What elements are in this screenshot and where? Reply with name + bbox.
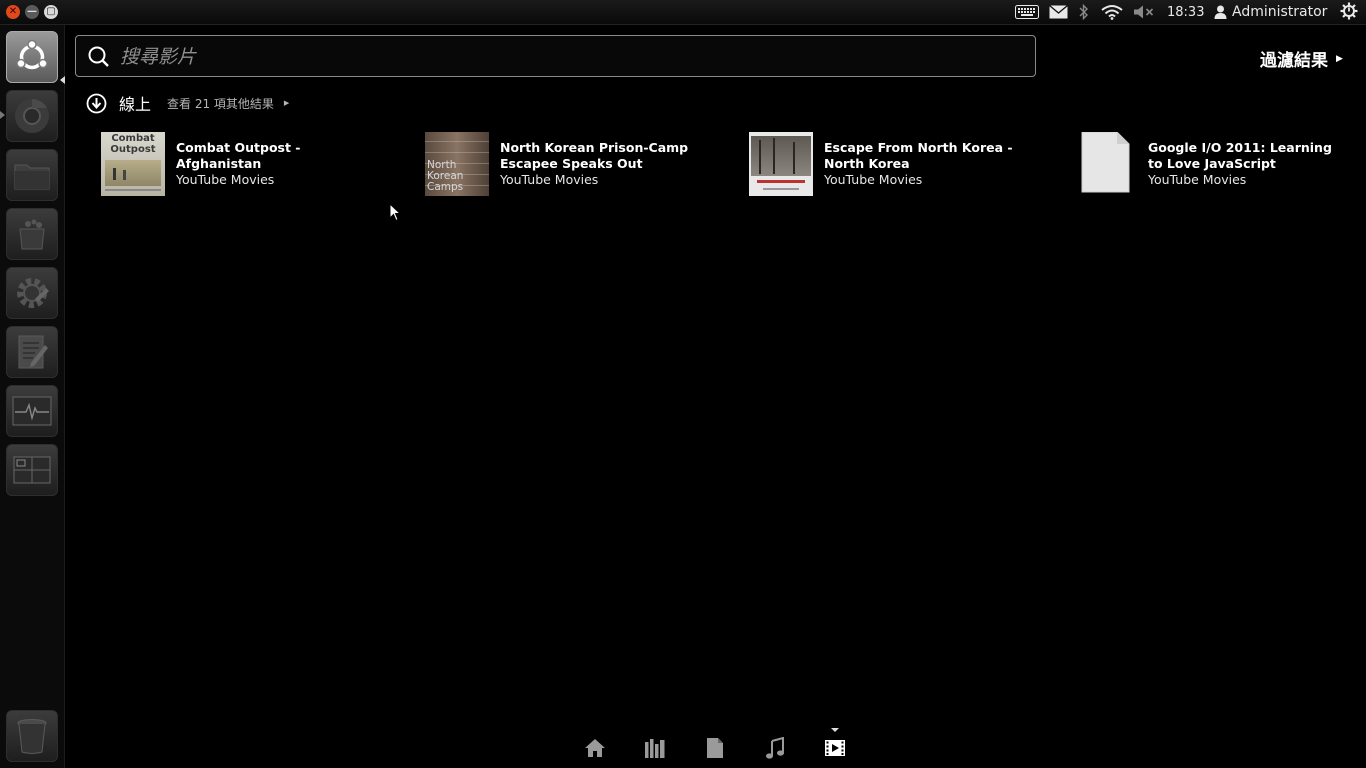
shopping-bag-icon — [19, 219, 45, 250]
maximize-icon[interactable]: ▢ — [44, 5, 58, 19]
thumbnail-caption: North Korean Camps — [427, 159, 464, 193]
ubuntu-logo-icon — [16, 39, 48, 70]
mail-icon[interactable] — [1049, 4, 1068, 20]
text-editor-icon — [18, 335, 48, 369]
video-thumbnail: North Korean Camps — [425, 132, 489, 196]
system-monitor-icon — [12, 396, 52, 426]
close-icon[interactable]: ✕ — [6, 5, 20, 19]
system-monitor-launcher[interactable] — [6, 385, 58, 437]
system-settings-launcher[interactable] — [6, 267, 58, 319]
generic-file-icon — [1073, 132, 1137, 196]
text-editor-launcher[interactable] — [6, 326, 58, 378]
trash-launcher[interactable] — [6, 710, 58, 762]
workspace-switcher-icon — [13, 456, 51, 484]
expand-arrow-icon: ▶ — [283, 99, 290, 107]
category-header: 線上 查看 21 項其他結果 ▶ — [86, 92, 289, 114]
browser-icon — [15, 99, 49, 133]
category-title: 線上 — [119, 95, 152, 114]
active-indicator — [60, 76, 65, 84]
result-item[interactable]: North Korean Camps North Korean Prison-C… — [425, 132, 725, 196]
wifi-icon[interactable] — [1101, 4, 1123, 20]
result-title: Escape From North Korea - North Korea — [824, 140, 1013, 171]
chromium-browser-launcher[interactable] — [6, 90, 58, 142]
lens-bar — [565, 728, 865, 768]
result-item[interactable]: Escape From North Korea - North Korea Yo… — [749, 132, 1049, 196]
download-circle-icon — [86, 93, 107, 113]
top-panel: ✕ — ▢ 18:33 Administrator — [0, 0, 1366, 25]
folder-icon — [14, 164, 50, 190]
clock[interactable]: 18:33 — [1167, 4, 1204, 20]
filter-results-label: 過濾結果 — [1260, 51, 1328, 71]
minimize-icon[interactable]: — — [25, 5, 39, 19]
result-source: YouTube Movies — [500, 172, 599, 187]
user-icon — [1214, 5, 1227, 19]
result-source: YouTube Movies — [1148, 172, 1247, 187]
result-source: YouTube Movies — [824, 172, 923, 187]
workspace-switcher-launcher[interactable] — [6, 444, 58, 496]
search-icon — [88, 46, 109, 67]
mouse-cursor-icon — [389, 203, 401, 222]
power-gear-icon[interactable] — [1340, 2, 1358, 20]
search-box[interactable] — [75, 35, 1036, 77]
result-item[interactable]: Google I/O 2011: Learning to Love JavaSc… — [1073, 132, 1363, 196]
result-title: Combat Outpost - Afghanistan — [176, 140, 301, 171]
home-icon[interactable] — [583, 736, 607, 760]
result-title: Google I/O 2011: Learning to Love JavaSc… — [1148, 140, 1332, 171]
expand-arrow-icon: ▶ — [1336, 53, 1343, 64]
result-title: North Korean Prison-Camp Escapee Speaks … — [500, 140, 689, 171]
video-thumbnail — [749, 132, 813, 196]
launcher — [0, 25, 65, 768]
video-thumbnail: Combat Outpost — [101, 132, 165, 196]
music-icon[interactable] — [763, 736, 787, 760]
see-more-results-link[interactable]: 查看 21 項其他結果 ▶ — [167, 95, 289, 112]
keyboard-icon[interactable] — [1015, 4, 1039, 20]
volume-muted-icon[interactable] — [1133, 4, 1155, 20]
user-menu[interactable]: Administrator — [1214, 4, 1327, 20]
trash-icon — [17, 719, 47, 754]
see-more-label: 查看 21 項其他結果 — [167, 96, 274, 111]
software-center-launcher[interactable] — [6, 208, 58, 260]
thumbnail-caption: Combat Outpost — [110, 133, 156, 155]
dash-home-button[interactable] — [6, 31, 58, 83]
applications-icon[interactable] — [643, 736, 667, 760]
files-icon[interactable] — [703, 736, 727, 760]
bluetooth-icon[interactable] — [1079, 4, 1089, 20]
active-lens-indicator — [831, 728, 839, 732]
user-name: Administrator — [1232, 4, 1328, 20]
filter-results-button[interactable]: 過濾結果 ▶ — [1260, 46, 1343, 71]
running-indicator — [0, 111, 5, 119]
video-icon[interactable] — [823, 736, 847, 760]
search-input[interactable] — [118, 44, 1002, 70]
result-item[interactable]: Combat Outpost Combat Outpost - Afghanis… — [101, 132, 401, 196]
files-launcher[interactable] — [6, 149, 58, 201]
result-source: YouTube Movies — [176, 172, 275, 187]
settings-gear-icon — [17, 278, 49, 308]
